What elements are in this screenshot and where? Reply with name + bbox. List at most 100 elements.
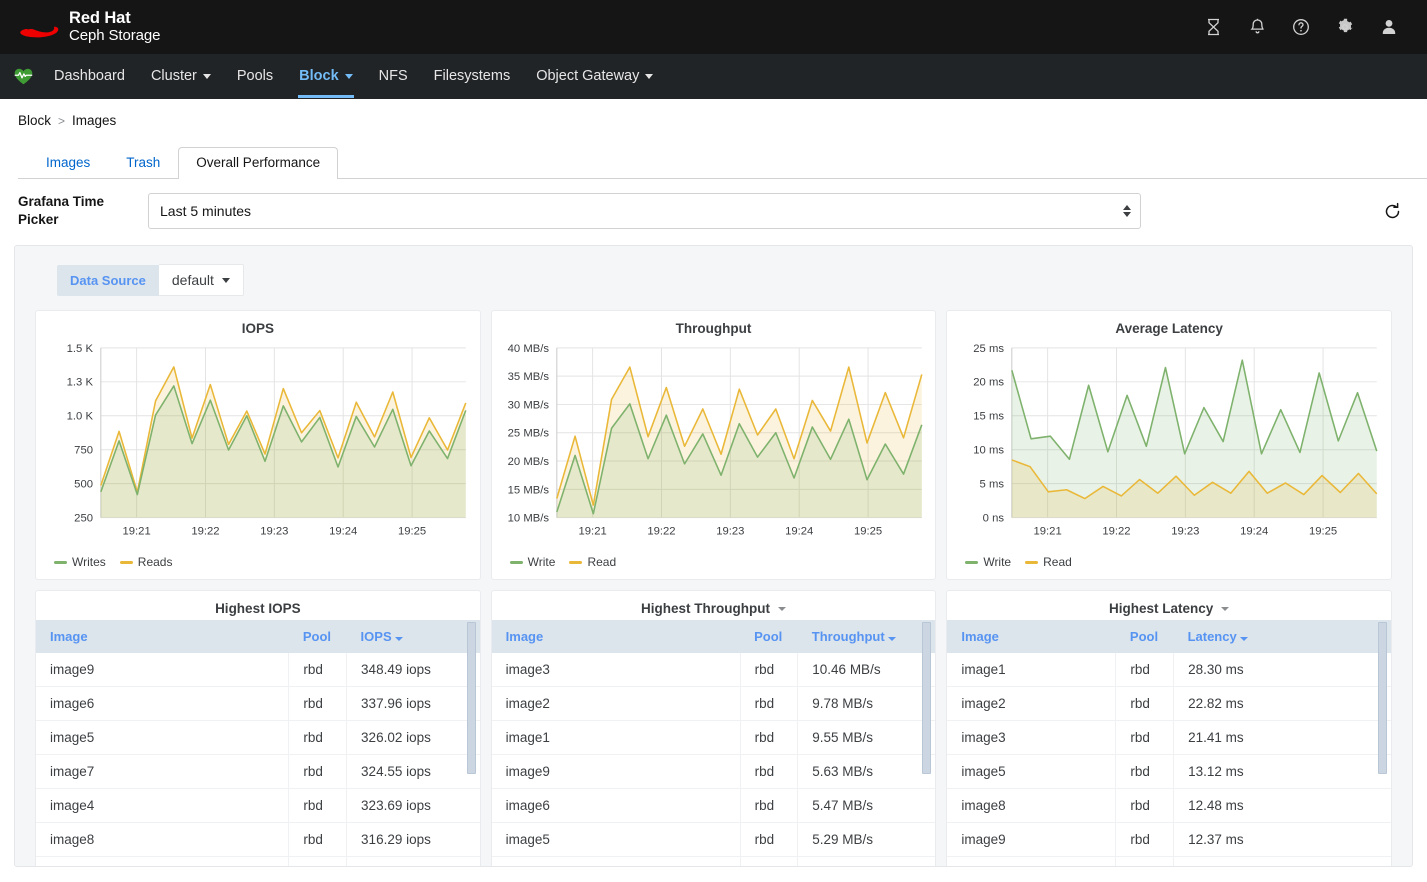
table-row[interactable]: image2rbd22.82 ms bbox=[947, 687, 1391, 721]
legend-read[interactable]: Read bbox=[1025, 555, 1072, 569]
question-circle-icon[interactable] bbox=[1279, 7, 1323, 47]
legend-writes[interactable]: Writes bbox=[54, 555, 106, 569]
tasks-icon[interactable] bbox=[1191, 7, 1235, 47]
table-row[interactable]: image6rbd5.47 MB/s bbox=[492, 789, 936, 823]
cell-throughput: 5.29 MB/s bbox=[798, 823, 936, 857]
cell-image: image3 bbox=[947, 721, 1116, 755]
grafana-embed-panel: Data Source default IOPS 2505007501.0 K1… bbox=[14, 245, 1413, 867]
legend-reads[interactable]: Reads bbox=[120, 555, 173, 569]
user-icon[interactable] bbox=[1367, 7, 1411, 47]
tab-overall-performance[interactable]: Overall Performance bbox=[178, 147, 338, 179]
table-row[interactable]: image3rbd55.07 iops bbox=[36, 857, 480, 868]
svg-text:19:25: 19:25 bbox=[398, 526, 426, 538]
table-row[interactable]: image9rbd12.37 ms bbox=[947, 823, 1391, 857]
tab-trash[interactable]: Trash bbox=[108, 147, 178, 179]
table-scroll-region[interactable]: Image Pool Throughput image3rbd10.46 MB/… bbox=[492, 620, 936, 867]
chart-canvas-iops[interactable]: 2505007501.0 K1.3 K1.5 K19:2119:2219:231… bbox=[36, 340, 480, 551]
refresh-icon[interactable] bbox=[1379, 198, 1405, 224]
cell-pool: rbd bbox=[289, 687, 347, 721]
legend-write[interactable]: Write bbox=[510, 555, 556, 569]
table-title-text: Highest Latency bbox=[1109, 601, 1213, 616]
table-row[interactable]: image2rbd9.78 MB/s bbox=[492, 687, 936, 721]
table-row[interactable]: image9rbd348.49 iops bbox=[36, 653, 480, 687]
chart-canvas-throughput[interactable]: 10 MB/s15 MB/s20 MB/s25 MB/s30 MB/s35 MB… bbox=[492, 340, 936, 551]
sort-desc-icon bbox=[395, 637, 403, 641]
table-row[interactable]: image4rbd323.69 iops bbox=[36, 789, 480, 823]
legend-write[interactable]: Write bbox=[965, 555, 1011, 569]
table-row[interactable]: image5rbd13.12 ms bbox=[947, 755, 1391, 789]
breadcrumb: Block > Images bbox=[0, 99, 1427, 138]
chevron-down-icon bbox=[1221, 607, 1229, 611]
table-row[interactable]: image8rbd316.29 iops bbox=[36, 823, 480, 857]
column-header-image[interactable]: Image bbox=[947, 620, 1116, 653]
nav-item-dashboard[interactable]: Dashboard bbox=[41, 54, 138, 98]
nav-item-block[interactable]: Block bbox=[286, 54, 366, 98]
table-header-row: Image Pool Latency bbox=[947, 620, 1391, 653]
cell-latency: 21.41 ms bbox=[1174, 721, 1391, 755]
table-scrollbar[interactable] bbox=[467, 622, 476, 774]
table-row[interactable]: image9rbd5.63 MB/s bbox=[492, 755, 936, 789]
cell-latency: 13.12 ms bbox=[1174, 755, 1391, 789]
table-row[interactable]: image1rbd9.55 MB/s bbox=[492, 721, 936, 755]
column-header-iops[interactable]: IOPS bbox=[347, 620, 480, 653]
table-title[interactable]: Highest Latency bbox=[947, 591, 1391, 620]
column-header-pool[interactable]: Pool bbox=[740, 620, 798, 653]
table-row[interactable]: image7rbd324.55 iops bbox=[36, 755, 480, 789]
table-row[interactable]: image7rbd5.26 MB/s bbox=[492, 857, 936, 868]
chart-panel-throughput: Throughput 10 MB/s15 MB/s20 MB/s25 MB/s3… bbox=[491, 310, 937, 580]
bell-icon[interactable] bbox=[1235, 7, 1279, 47]
svg-text:19:25: 19:25 bbox=[854, 526, 882, 538]
brand-logo[interactable]: Red Hat Ceph Storage bbox=[18, 10, 160, 44]
table-row[interactable]: image1rbd28.30 ms bbox=[947, 653, 1391, 687]
table-title[interactable]: Highest Throughput bbox=[492, 591, 936, 620]
nav-item-object-gateway[interactable]: Object Gateway bbox=[523, 54, 666, 98]
breadcrumb-item-block[interactable]: Block bbox=[18, 113, 51, 128]
table-row[interactable]: image6rbd337.96 iops bbox=[36, 687, 480, 721]
brand-line-2: Ceph Storage bbox=[69, 28, 160, 44]
cell-image: image6 bbox=[36, 687, 289, 721]
table-row[interactable]: image3rbd10.46 MB/s bbox=[492, 653, 936, 687]
table-row[interactable]: image5rbd326.02 iops bbox=[36, 721, 480, 755]
svg-text:19:21: 19:21 bbox=[578, 526, 606, 538]
cell-image: image4 bbox=[947, 857, 1116, 868]
chart-title: IOPS bbox=[36, 311, 480, 340]
table-row[interactable]: image4rbd12.26 ms bbox=[947, 857, 1391, 868]
nav-item-nfs[interactable]: NFS bbox=[366, 54, 421, 98]
column-header-image[interactable]: Image bbox=[36, 620, 289, 653]
table-row[interactable]: image3rbd21.41 ms bbox=[947, 721, 1391, 755]
svg-text:0 ns: 0 ns bbox=[983, 513, 1005, 525]
chart-canvas-latency[interactable]: 0 ns5 ms10 ms15 ms20 ms25 ms19:2119:2219… bbox=[947, 340, 1391, 551]
gear-icon[interactable] bbox=[1323, 7, 1367, 47]
table-scroll-region[interactable]: Image Pool IOPS image9rbd348.49 iopsimag… bbox=[36, 620, 480, 867]
column-header-pool[interactable]: Pool bbox=[1116, 620, 1174, 653]
svg-text:19:25: 19:25 bbox=[1309, 526, 1337, 538]
cell-pool: rbd bbox=[740, 789, 798, 823]
svg-text:19:24: 19:24 bbox=[329, 526, 357, 538]
table-scrollbar[interactable] bbox=[1378, 622, 1387, 774]
svg-text:19:22: 19:22 bbox=[191, 526, 219, 538]
cell-throughput: 9.55 MB/s bbox=[798, 721, 936, 755]
breadcrumb-item-images[interactable]: Images bbox=[72, 113, 116, 128]
nav-item-cluster[interactable]: Cluster bbox=[138, 54, 224, 98]
tab-images[interactable]: Images bbox=[28, 147, 108, 179]
table-row[interactable]: image8rbd12.48 ms bbox=[947, 789, 1391, 823]
table-panel-highest-iops: Highest IOPS Image Pool IOPS image9rbd34… bbox=[35, 590, 481, 867]
time-picker-label: Grafana Time Picker bbox=[18, 193, 148, 229]
time-picker-select[interactable]: Last 5 minutes bbox=[148, 193, 1141, 229]
svg-text:19:21: 19:21 bbox=[1034, 526, 1062, 538]
column-header-throughput[interactable]: Throughput bbox=[798, 620, 936, 653]
nav-item-pools[interactable]: Pools bbox=[224, 54, 286, 98]
column-header-latency[interactable]: Latency bbox=[1174, 620, 1391, 653]
legend-read[interactable]: Read bbox=[569, 555, 616, 569]
svg-text:19:22: 19:22 bbox=[647, 526, 675, 538]
table-row[interactable]: image5rbd5.29 MB/s bbox=[492, 823, 936, 857]
table-panel-highest-latency: Highest Latency Image Pool Latency image… bbox=[946, 590, 1392, 867]
nav-item-filesystems[interactable]: Filesystems bbox=[421, 54, 524, 98]
cell-latency: 12.48 ms bbox=[1174, 789, 1391, 823]
table-scrollbar[interactable] bbox=[922, 622, 931, 774]
data-source-dropdown[interactable]: default bbox=[159, 264, 244, 296]
table-scroll-region[interactable]: Image Pool Latency image1rbd28.30 msimag… bbox=[947, 620, 1391, 867]
cell-throughput: 5.47 MB/s bbox=[798, 789, 936, 823]
column-header-pool[interactable]: Pool bbox=[289, 620, 347, 653]
column-header-image[interactable]: Image bbox=[492, 620, 740, 653]
